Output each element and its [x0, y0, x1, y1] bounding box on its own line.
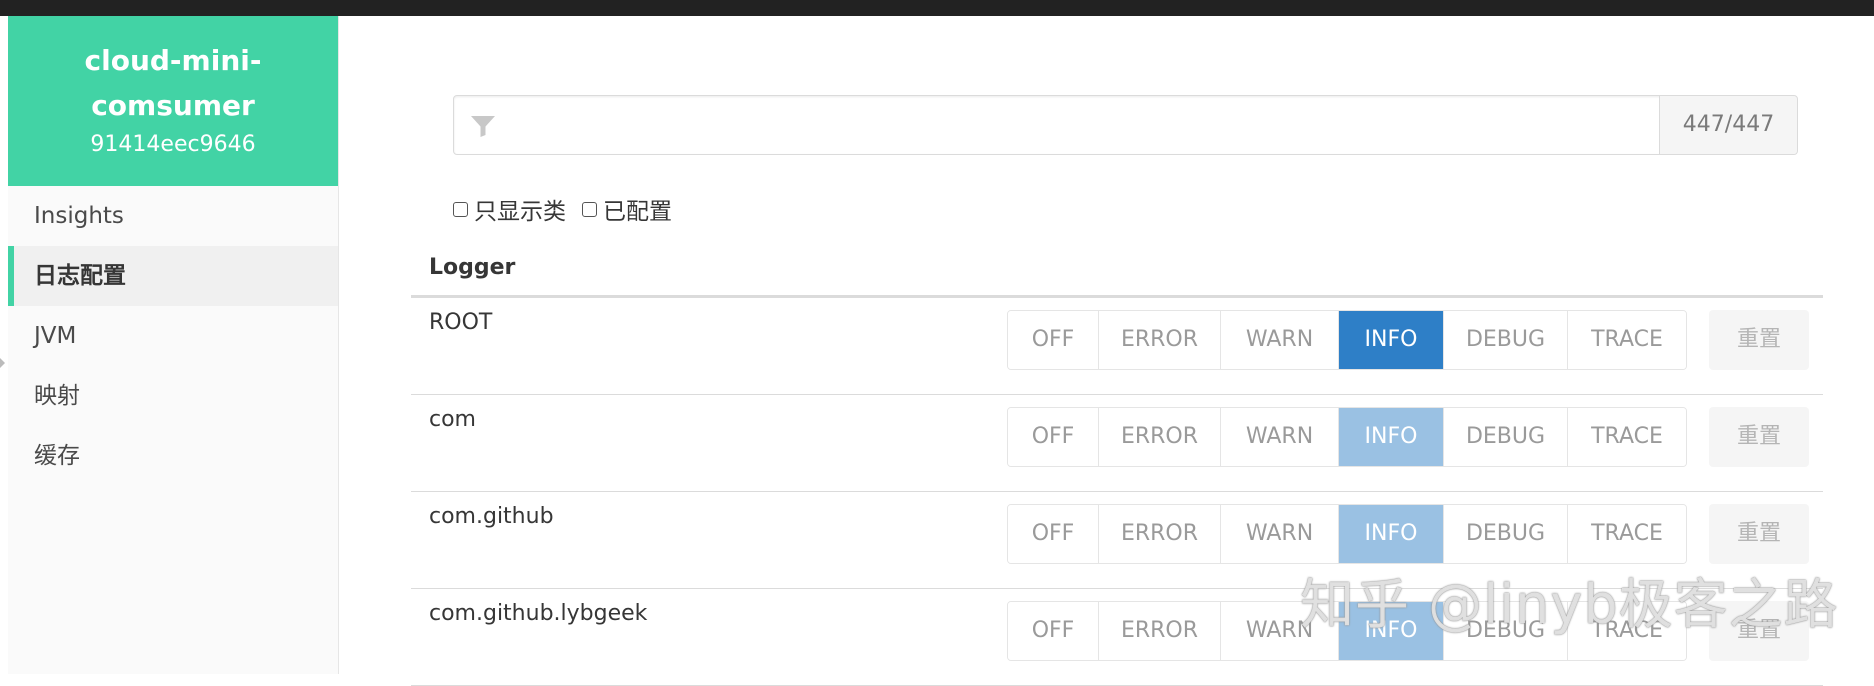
watermark-text: 知乎 @linyb极客之路 — [1300, 573, 1839, 636]
filter-result-count: 447/447 — [1659, 96, 1797, 154]
filter-icon — [471, 116, 495, 137]
sidebar-item-caches[interactable]: 缓存 — [8, 426, 338, 486]
app-header: cloud-mini-comsumer 91414eec9646 — [8, 16, 338, 186]
level-info-button[interactable]: INFO — [1339, 311, 1444, 369]
level-warn-button[interactable]: WARN — [1221, 408, 1339, 466]
filter-input[interactable] — [510, 104, 1514, 148]
configured-only-option[interactable]: 已配置 — [582, 192, 672, 226]
classes-only-label: 只显示类 — [474, 199, 566, 225]
level-off-button[interactable]: OFF — [1008, 602, 1099, 660]
classes-only-checkbox[interactable] — [453, 201, 468, 217]
logger-name: com.github.lybgeek — [429, 601, 648, 626]
level-trace-button[interactable]: TRACE — [1568, 505, 1686, 563]
level-off-button[interactable]: OFF — [1008, 311, 1099, 369]
level-info-button[interactable]: INFO — [1339, 408, 1444, 466]
sidebar-item-mappings[interactable]: 映射 — [8, 366, 338, 426]
level-info-button[interactable]: INFO — [1339, 505, 1444, 563]
logger-filter: 447/447 — [453, 95, 1798, 155]
level-button-group: OFF ERROR WARN INFO DEBUG TRACE — [1007, 504, 1687, 564]
level-off-button[interactable]: OFF — [1008, 408, 1099, 466]
level-warn-button[interactable]: WARN — [1221, 311, 1339, 369]
logger-name: ROOT — [429, 310, 493, 335]
level-button-group: OFF ERROR WARN INFO DEBUG TRACE — [1007, 310, 1687, 370]
reset-button[interactable]: 重置 — [1709, 407, 1809, 467]
table-row: ROOT OFF ERROR WARN INFO DEBUG TRACE 重置 — [411, 298, 1823, 395]
level-off-button[interactable]: OFF — [1008, 505, 1099, 563]
app-instance-id: 91414eec9646 — [90, 132, 256, 157]
level-error-button[interactable]: ERROR — [1099, 505, 1221, 563]
classes-only-option[interactable]: 只显示类 — [453, 192, 566, 226]
level-debug-button[interactable]: DEBUG — [1444, 505, 1568, 563]
logger-column-header: Logger — [411, 238, 1823, 298]
filter-options: 只显示类 已配置 — [453, 192, 688, 226]
level-trace-button[interactable]: TRACE — [1568, 408, 1686, 466]
reset-button[interactable]: 重置 — [1709, 310, 1809, 370]
logger-name: com — [429, 407, 476, 432]
level-error-button[interactable]: ERROR — [1099, 311, 1221, 369]
configured-only-checkbox[interactable] — [582, 201, 597, 217]
configured-only-label: 已配置 — [603, 199, 672, 225]
level-error-button[interactable]: ERROR — [1099, 602, 1221, 660]
level-button-group: OFF ERROR WARN INFO DEBUG TRACE — [1007, 407, 1687, 467]
logger-name: com.github — [429, 504, 554, 529]
level-warn-button[interactable]: WARN — [1221, 505, 1339, 563]
level-error-button[interactable]: ERROR — [1099, 408, 1221, 466]
reset-button[interactable]: 重置 — [1709, 504, 1809, 564]
window-top-bar — [0, 0, 1874, 16]
level-trace-button[interactable]: TRACE — [1568, 311, 1686, 369]
level-debug-button[interactable]: DEBUG — [1444, 408, 1568, 466]
app-name: cloud-mini-comsumer — [84, 44, 262, 122]
sidebar-item-jvm[interactable]: JVM — [8, 306, 338, 366]
sidebar-item-loggers[interactable]: 日志配置 — [8, 246, 338, 306]
sidebar-item-insights[interactable]: Insights — [8, 186, 338, 246]
table-row: com OFF ERROR WARN INFO DEBUG TRACE 重置 — [411, 395, 1823, 492]
level-debug-button[interactable]: DEBUG — [1444, 311, 1568, 369]
sidebar-collapse-caret-icon[interactable] — [0, 358, 5, 368]
sidebar: cloud-mini-comsumer 91414eec9646 Insight… — [8, 16, 339, 674]
